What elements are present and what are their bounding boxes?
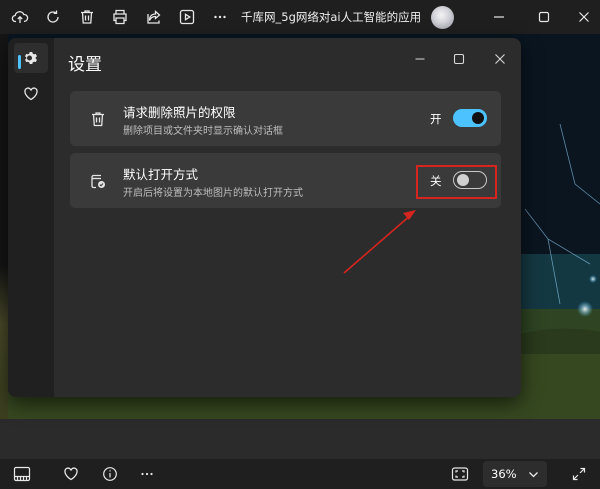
zoom-select[interactable]: 36% bbox=[483, 461, 547, 487]
info-icon[interactable] bbox=[98, 463, 122, 485]
filmstrip-icon[interactable] bbox=[10, 463, 34, 485]
annotation-arrow bbox=[343, 210, 416, 274]
bottom-toolbar: 36% bbox=[0, 459, 600, 489]
more-options-icon[interactable] bbox=[135, 463, 159, 485]
favorite-heart-icon[interactable] bbox=[59, 463, 83, 485]
fullscreen-icon[interactable] bbox=[567, 463, 591, 485]
chevron-down-icon bbox=[528, 469, 539, 480]
fit-to-window-icon[interactable] bbox=[448, 463, 472, 485]
zoom-value: 36% bbox=[491, 467, 517, 481]
